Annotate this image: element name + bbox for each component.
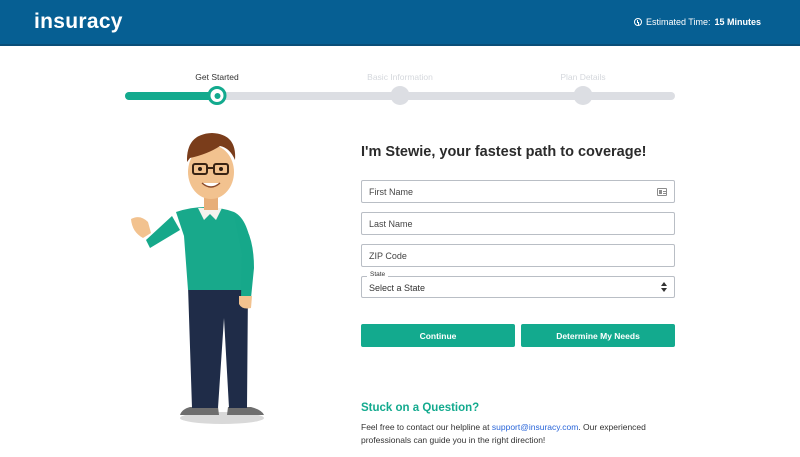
continue-button[interactable]: Continue <box>361 324 515 347</box>
top-bar: insuracy Estimated Time: 15 Minutes <box>0 0 800 46</box>
state-select[interactable]: State Select a State <box>361 271 675 298</box>
estimated-time-value: 15 Minutes <box>714 17 761 27</box>
mascot-illustration <box>131 133 264 424</box>
last-name-field[interactable] <box>361 212 675 235</box>
contact-card-icon <box>657 188 667 196</box>
first-name-input[interactable] <box>362 181 674 202</box>
state-legend: State <box>367 271 389 278</box>
determine-my-needs-button[interactable]: Determine My Needs <box>521 324 675 347</box>
select-arrows-icon <box>661 282 667 292</box>
zip-code-input[interactable] <box>362 245 674 266</box>
support-email-link[interactable]: support@insuracy.com <box>492 422 578 432</box>
form-heading: I'm Stewie, your fastest path to coverag… <box>361 144 647 160</box>
estimated-time: Estimated Time: 15 Minutes <box>633 17 761 27</box>
step-dot-plan-details <box>573 86 593 105</box>
estimated-time-label: Estimated Time: <box>645 17 711 27</box>
step-dot-get-started <box>207 86 227 105</box>
state-select-value: Select a State <box>369 283 426 293</box>
first-name-field[interactable] <box>361 180 675 203</box>
progress-stepper: Get Started Basic Information Plan Detai… <box>125 70 675 110</box>
progress-fill <box>125 92 219 100</box>
zip-code-field[interactable] <box>361 244 675 267</box>
step-dot-basic-information <box>390 86 410 105</box>
help-text: Feel free to contact our helpline at sup… <box>361 421 661 447</box>
logo[interactable]: insuracy <box>34 10 123 34</box>
help-title: Stuck on a Question? <box>361 402 480 414</box>
help-text-before: Feel free to contact our helpline at <box>361 422 492 432</box>
step-label-basic-information: Basic Information <box>367 72 433 82</box>
step-label-plan-details: Plan Details <box>560 72 606 82</box>
clock-icon <box>633 18 642 26</box>
last-name-input[interactable] <box>362 213 674 234</box>
step-label-get-started: Get Started <box>195 72 239 82</box>
